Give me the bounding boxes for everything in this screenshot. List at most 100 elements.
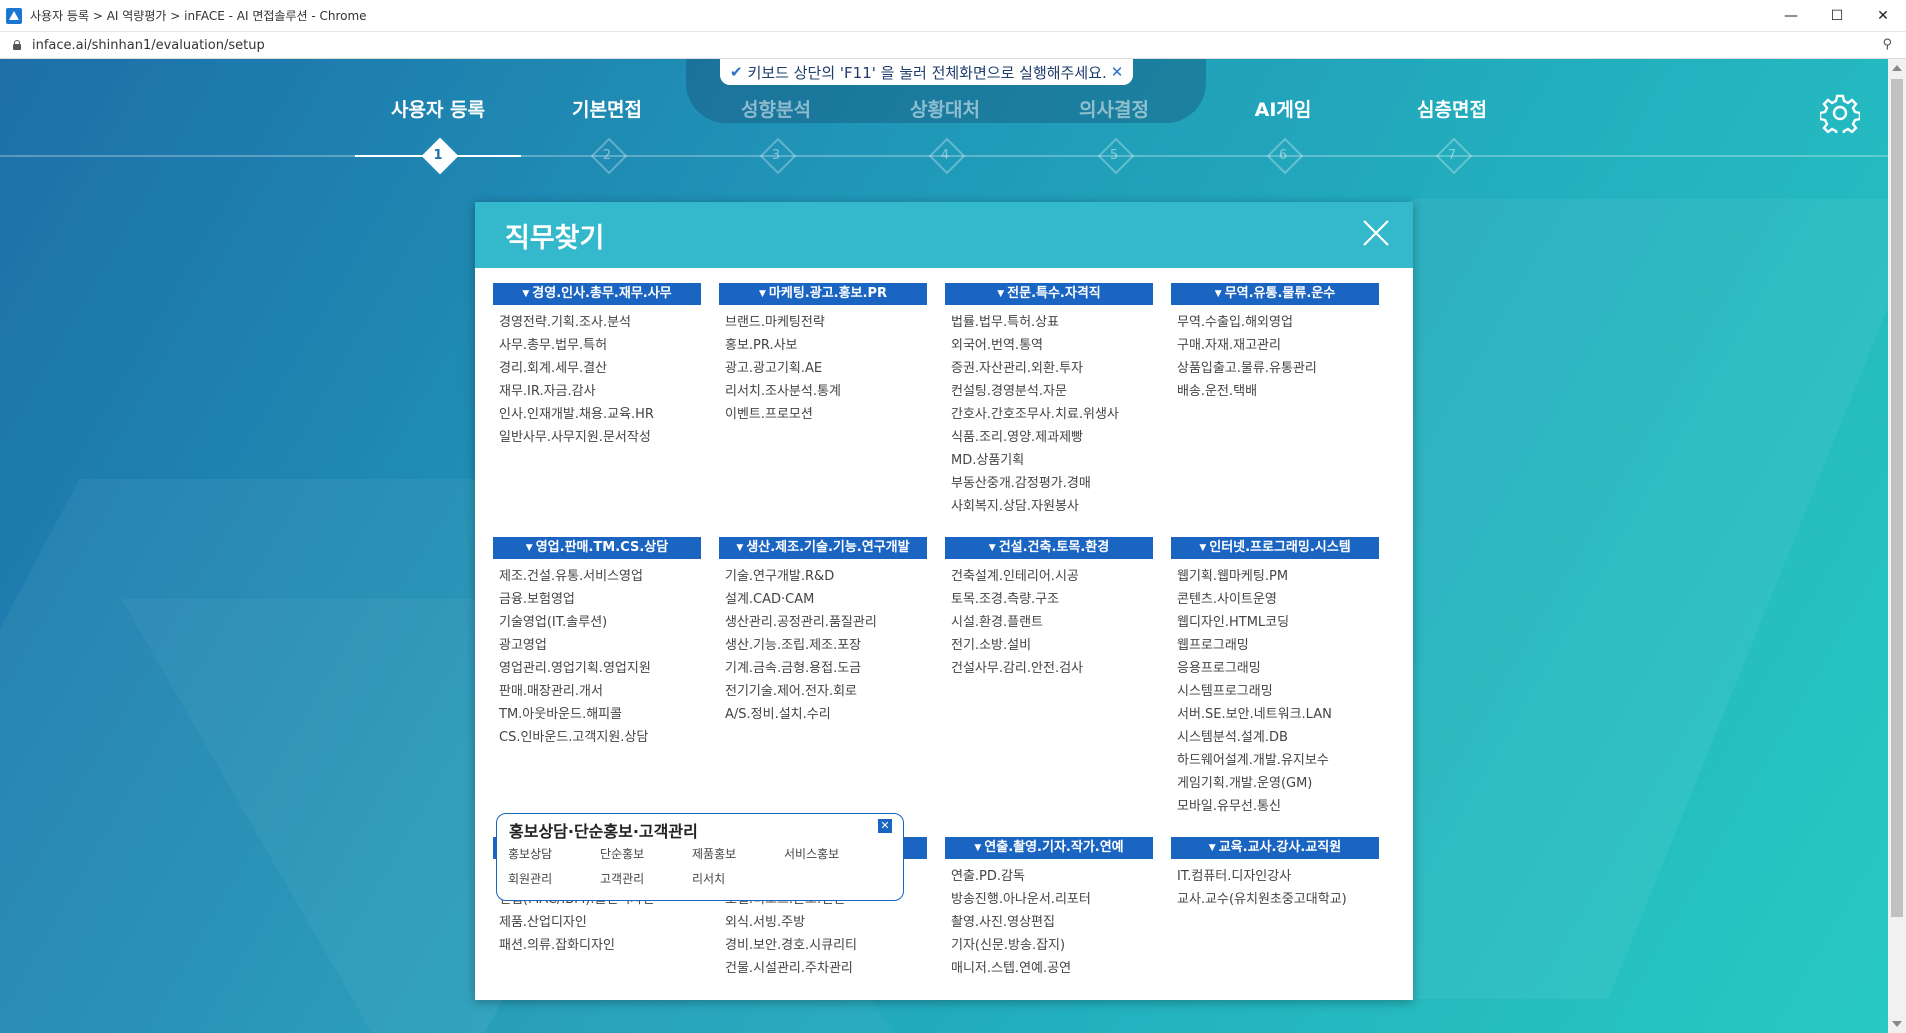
- job-item[interactable]: 브랜드.마케팅전략: [725, 314, 825, 332]
- url-text[interactable]: inface.ai/shinhan1/evaluation/setup: [32, 38, 265, 53]
- category-header[interactable]: ▼ 건설.건축.토목.환경: [945, 537, 1153, 559]
- page-scrollbar[interactable]: [1888, 59, 1906, 1033]
- category-header[interactable]: ▼ 영업.판매.TM.CS.상담: [493, 537, 701, 559]
- job-item[interactable]: 구매.자재.재고관리: [1177, 337, 1281, 355]
- job-item[interactable]: 시설.환경.플랜트: [951, 614, 1043, 632]
- job-item[interactable]: 방송진행.아나운서.리포터: [951, 891, 1091, 909]
- job-item[interactable]: 영업관리.영업기획.영업지원: [499, 660, 651, 678]
- category-header[interactable]: ▼ 전문.특수.자격직: [945, 283, 1153, 305]
- job-item[interactable]: 하드웨어설계.개발.유지보수: [1177, 752, 1329, 770]
- job-item[interactable]: 전기기술.제어.전자.회로: [725, 683, 857, 701]
- job-item[interactable]: 기술.연구개발.R&D: [725, 568, 834, 586]
- job-item[interactable]: 웹디자인.HTML코딩: [1177, 614, 1289, 632]
- job-item[interactable]: 사회복지.상담.자원봉사: [951, 498, 1079, 516]
- job-item[interactable]: 배송.운전.택배: [1177, 383, 1257, 401]
- step-label-2[interactable]: 기본면접: [522, 95, 692, 122]
- popup-item[interactable]: 단순홍보: [600, 845, 644, 862]
- job-item[interactable]: 간호사.간호조무사.치료.위생사: [951, 406, 1119, 424]
- category-header[interactable]: ▼ 교육.교사.강사.교직원: [1171, 837, 1379, 859]
- step-label-7[interactable]: 심층면접: [1367, 95, 1537, 122]
- job-item[interactable]: 교사.교수(유치원초중고대학교): [1177, 891, 1347, 909]
- job-item[interactable]: 제조.건설.유통.서비스영업: [499, 568, 643, 586]
- job-item[interactable]: 기술영업(IT.솔루션): [499, 614, 607, 632]
- job-item[interactable]: 일반사무.사무지원.문서작성: [499, 429, 651, 447]
- job-item[interactable]: 콘텐츠.사이트운영: [1177, 591, 1277, 609]
- category-header[interactable]: ▼ 연출.촬영.기자.작가.연예: [945, 837, 1153, 859]
- job-item[interactable]: 외국어.번역.통역: [951, 337, 1043, 355]
- job-item[interactable]: 이벤트.프로모션: [725, 406, 813, 424]
- job-item[interactable]: 기자(신문.방송.잡지): [951, 937, 1065, 955]
- popup-item[interactable]: 회원관리: [508, 870, 552, 887]
- scroll-down-icon[interactable]: [1892, 1021, 1902, 1027]
- job-item[interactable]: 생산관리.공정관리.품질관리: [725, 614, 877, 632]
- step-label-1[interactable]: 사용자 등록: [353, 95, 523, 122]
- step-label-5[interactable]: 의사결정: [1029, 95, 1199, 122]
- job-item[interactable]: 게임기획.개발.운영(GM): [1177, 775, 1312, 793]
- job-item[interactable]: 시스템프로그래밍: [1177, 683, 1273, 701]
- job-item[interactable]: 경리.회계.세무.결산: [499, 360, 607, 378]
- settings-gear-icon[interactable]: [1820, 93, 1860, 133]
- popup-close-icon[interactable]: ✕: [878, 819, 892, 833]
- job-item[interactable]: 광고영업: [499, 637, 547, 655]
- job-item[interactable]: 외식.서빙.주방: [725, 914, 805, 932]
- minimize-button[interactable]: —: [1768, 0, 1814, 31]
- step-label-6[interactable]: AI게임: [1198, 95, 1368, 122]
- category-header[interactable]: ▼ 무역.유통.물류.운수: [1171, 283, 1379, 305]
- job-item[interactable]: 모바일.유무선.통신: [1177, 798, 1281, 816]
- job-item[interactable]: TM.아웃바운드.해피콜: [499, 706, 622, 724]
- job-item[interactable]: 사무.총무.법무.특허: [499, 337, 607, 355]
- job-item[interactable]: 판매.매장관리.개서: [499, 683, 603, 701]
- category-header[interactable]: ▼ 마케팅.광고.홍보.PR: [719, 283, 927, 305]
- maximize-button[interactable]: ☐: [1814, 0, 1860, 31]
- job-item[interactable]: 웹프로그래밍: [1177, 637, 1249, 655]
- job-item[interactable]: 경영전략.기획.조사.분석: [499, 314, 631, 332]
- popup-item[interactable]: 홍보상담: [508, 845, 552, 862]
- job-item[interactable]: 웹기획.웹마케팅.PM: [1177, 568, 1288, 586]
- notice-close-icon[interactable]: ✕: [1111, 63, 1124, 81]
- job-item[interactable]: 홍보.PR.사보: [725, 337, 798, 355]
- popup-item[interactable]: 리서치: [692, 870, 725, 887]
- category-header[interactable]: ▼ 경영.인사.총무.재무.사무: [493, 283, 701, 305]
- job-item[interactable]: 생산.기능.조립.제조.포장: [725, 637, 861, 655]
- job-item[interactable]: 응용프로그래밍: [1177, 660, 1261, 678]
- job-item[interactable]: CS.인바운드.고객지원.상담: [499, 729, 648, 747]
- job-item[interactable]: 연출.PD.감독: [951, 868, 1025, 886]
- job-item[interactable]: 설계.CAD·CAM: [725, 591, 814, 609]
- zoom-icon[interactable]: ⚲: [1882, 37, 1892, 52]
- job-item[interactable]: 리서치.조사분석.통계: [725, 383, 841, 401]
- job-item[interactable]: 촬영.사진.영상편집: [951, 914, 1055, 932]
- job-item[interactable]: 법률.법무.특허.상표: [951, 314, 1059, 332]
- job-item[interactable]: 패션.의류.잡화디자인: [499, 937, 615, 955]
- job-item[interactable]: 서버.SE.보안.네트워크.LAN: [1177, 706, 1332, 724]
- scroll-thumb[interactable]: [1891, 79, 1903, 917]
- category-header[interactable]: ▼ 생산.제조.기술.기능.연구개발: [719, 537, 927, 559]
- close-window-button[interactable]: ✕: [1860, 0, 1906, 31]
- job-item[interactable]: MD.상품기획: [951, 452, 1024, 470]
- job-item[interactable]: 광고.광고기획.AE: [725, 360, 822, 378]
- job-item[interactable]: 기계.금속.금형.용접.도금: [725, 660, 861, 678]
- job-item[interactable]: 상품입출고.물류.유통관리: [1177, 360, 1317, 378]
- job-item[interactable]: 경비.보안.경호.시큐리티: [725, 937, 857, 955]
- popup-item[interactable]: 서비스홍보: [784, 845, 839, 862]
- job-item[interactable]: 시스템분석.설계.DB: [1177, 729, 1288, 747]
- popup-item[interactable]: 고객관리: [600, 870, 644, 887]
- job-item[interactable]: 건물.시설관리.주차관리: [725, 960, 853, 978]
- job-item[interactable]: 건축설계.인테리어.시공: [951, 568, 1079, 586]
- job-item[interactable]: 금융.보험영업: [499, 591, 575, 609]
- address-bar[interactable]: inface.ai/shinhan1/evaluation/setup ⚲: [0, 32, 1906, 59]
- job-item[interactable]: A/S.정비.설치.수리: [725, 706, 831, 724]
- job-item[interactable]: 무역.수출입.해외영업: [1177, 314, 1293, 332]
- modal-close-icon[interactable]: [1359, 216, 1393, 250]
- job-item[interactable]: 컨설팅.경영분석.자문: [951, 383, 1067, 401]
- job-item[interactable]: 식품.조리.영양.제과제빵: [951, 429, 1083, 447]
- job-item[interactable]: 건설사무.감리.안전.검사: [951, 660, 1083, 678]
- popup-item[interactable]: 제품홍보: [692, 845, 736, 862]
- category-header[interactable]: ▼ 인터넷.프로그래밍.시스템: [1171, 537, 1379, 559]
- job-item[interactable]: IT.컴퓨터.디자인강사: [1177, 868, 1291, 886]
- job-item[interactable]: 제품.산업디자인: [499, 914, 587, 932]
- scroll-up-icon[interactable]: [1892, 65, 1902, 71]
- job-item[interactable]: 부동산중개.감정평가.경매: [951, 475, 1091, 493]
- job-item[interactable]: 토목.조경.측량.구조: [951, 591, 1059, 609]
- job-item[interactable]: 매니저.스텝.연예.공연: [951, 960, 1071, 978]
- job-item[interactable]: 전기.소방.설비: [951, 637, 1031, 655]
